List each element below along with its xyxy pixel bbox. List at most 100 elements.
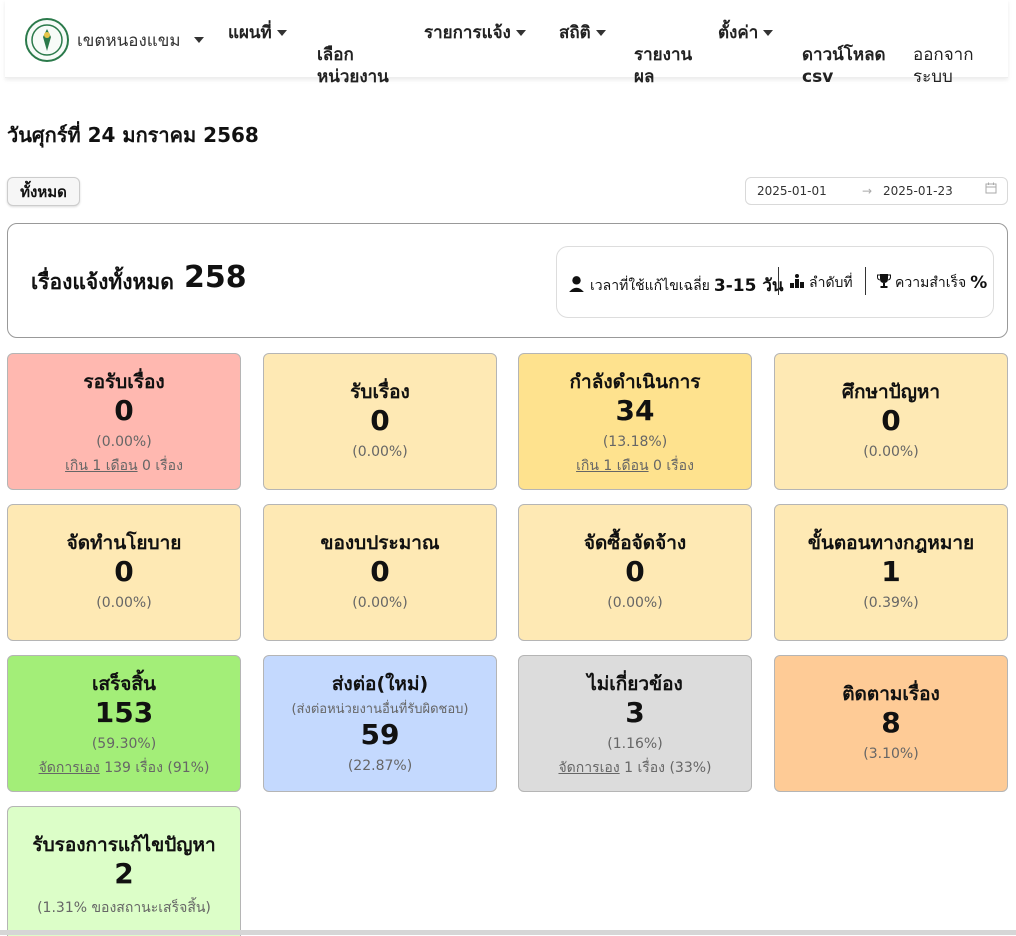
card-percent: (3.10%): [863, 746, 919, 762]
nav-report-results[interactable]: รายงาน ผล: [634, 22, 692, 88]
nav-statistics[interactable]: สถิติ: [559, 22, 606, 44]
card-title: ขั้นตอนทางกฎหมาย: [807, 532, 975, 554]
card-subtitle: (ส่งต่อหน่วยงานอื่นที่รับผิดชอบ): [291, 702, 469, 717]
card-title: จัดซื้อจัดจ้าง: [583, 532, 687, 554]
nav-map[interactable]: แผนที่: [228, 22, 287, 44]
card-percent: (1.16%): [607, 736, 663, 752]
card-percent: (0.00%): [352, 595, 408, 611]
over-month-link[interactable]: เกิน 1 เดือน: [576, 458, 649, 474]
chevron-down-icon: [595, 30, 606, 36]
nav-settings[interactable]: ตั้งค่า: [718, 22, 774, 44]
total-reports-value: 258: [184, 260, 247, 295]
chevron-down-icon: [276, 30, 287, 36]
card-value: 59: [360, 718, 400, 751]
card-percent: (0.39%): [863, 595, 919, 611]
card-value: 0: [370, 555, 390, 588]
card-value: 8: [881, 706, 901, 739]
all-filter-button[interactable]: ทั้งหมด: [7, 177, 80, 206]
top-navbar: เขตหนองแขม แผนที่ เลือก หน่วยงาน รายการแ…: [5, 0, 1008, 87]
card-title: รับรองการแก้ไขปัญหา: [32, 834, 216, 856]
card-value: 2: [114, 857, 134, 890]
nav-reports-list[interactable]: รายการแจ้ง: [424, 22, 526, 44]
card-value: 0: [114, 394, 134, 427]
chevron-down-icon: [193, 37, 204, 43]
status-card-irrelevant[interactable]: ไม่เกี่ยวข้อง 3 (1.16%) จัดการเอง 1 เรื่…: [518, 655, 752, 792]
card-value: 0: [114, 555, 134, 588]
nav-statistics-label: สถิติ: [559, 23, 591, 43]
card-title: ส่งต่อ(ใหม่): [331, 673, 429, 695]
over-month-link[interactable]: เกิน 1 เดือน: [65, 458, 138, 474]
nav-reports-list-label: รายการแจ้ง: [424, 23, 511, 43]
card-percent: (13.18%): [602, 434, 668, 450]
card-percent: (0.00%): [607, 595, 663, 611]
district-selector[interactable]: เขตหนองแขม: [25, 18, 204, 62]
card-value: 153: [94, 696, 154, 729]
total-reports-label: เรื่องแจ้งทั้งหมด: [31, 270, 174, 294]
card-value: 0: [881, 404, 901, 437]
card-value: 3: [625, 696, 645, 729]
bangkok-logo-icon: [25, 18, 69, 62]
stats-pill: เวลาที่ใช้แก้ไขเฉลี่ย 3-15 วัน ลำดับที่ …: [556, 246, 994, 318]
card-value: 0: [370, 404, 390, 437]
success-value: %: [970, 273, 988, 293]
status-card-policy[interactable]: จัดทำนโยบาย 0 (0.00%): [7, 504, 241, 641]
nav-logout[interactable]: ออกจาก ระบบ: [913, 22, 974, 88]
status-card-in-progress[interactable]: กำลังดำเนินการ 34 (13.18%) เกิน 1 เดือน …: [518, 353, 752, 490]
avg-time-value: 3-15 วัน: [713, 276, 784, 296]
status-card-completed[interactable]: เสร็จสิ้น 153 (59.30%) จัดการเอง 139 เรื…: [7, 655, 241, 792]
status-card-forwarded[interactable]: ส่งต่อ(ใหม่) (ส่งต่อหน่วยงานอื่นที่รับผิ…: [263, 655, 497, 792]
card-title: ศึกษาปัญหา: [841, 381, 941, 403]
nav-logout-label: ออกจาก ระบบ: [913, 45, 974, 87]
card-percent: (22.87%): [347, 758, 413, 774]
card-extra: 1 เรื่อง (33%): [619, 760, 712, 776]
card-title: เสร็จสิ้น: [91, 673, 156, 695]
date-range-picker[interactable]: 2025-01-01 → 2025-01-23: [745, 177, 1008, 205]
nav-settings-label: ตั้งค่า: [718, 23, 759, 43]
chevron-down-icon: [763, 30, 774, 36]
card-percent: (0.00%): [96, 595, 152, 611]
card-title: ไม่เกี่ยวข้อง: [587, 673, 683, 695]
self-handled-link[interactable]: จัดการเอง: [558, 760, 619, 776]
nav-download-csv-label: ดาวน์โหลด csv: [802, 45, 886, 87]
status-card-received[interactable]: รับเรื่อง 0 (0.00%): [263, 353, 497, 490]
horizontal-scrollbar[interactable]: [0, 930, 1016, 935]
end-date: 2025-01-23: [883, 184, 953, 198]
card-percent: (0.00%): [863, 444, 919, 460]
card-extra: 0 เรื่อง: [648, 458, 694, 474]
avg-time-label: เวลาที่ใช้แก้ไขเฉลี่ย: [590, 277, 710, 294]
nav-report-results-label: รายงาน ผล: [634, 45, 693, 87]
rank-label: ลำดับที่: [809, 275, 853, 291]
start-date: 2025-01-01: [757, 184, 827, 198]
card-title: ติดตามเรื่อง: [842, 683, 940, 705]
card-percent: (1.31% ของสถานะเสร็จสิ้น): [37, 900, 211, 916]
card-value: 1: [881, 555, 901, 588]
status-card-waiting[interactable]: รอรับเรื่อง 0 (0.00%) เกิน 1 เดือน 0 เรื…: [7, 353, 241, 490]
card-value: 0: [625, 555, 645, 588]
rank-stat: ลำดับที่: [789, 272, 853, 294]
nav-map-label: แผนที่: [228, 23, 272, 43]
divider: [865, 267, 866, 295]
summary-panel: เรื่องแจ้งทั้งหมด 258 เวลาที่ใช้แก้ไขเฉล…: [7, 223, 1008, 338]
nav-download-csv[interactable]: ดาวน์โหลด csv: [802, 22, 886, 88]
success-stat: ความสำเร็จ %: [877, 272, 987, 294]
trophy-icon: [877, 273, 891, 293]
card-extra: 139 เรื่อง (91%): [99, 760, 210, 776]
card-title: รอรับเรื่อง: [83, 371, 165, 393]
card-title: จัดทำนโยบาย: [66, 532, 182, 554]
nav-select-unit-label: เลือก หน่วยงาน: [317, 45, 389, 87]
success-label: ความสำเร็จ: [895, 275, 967, 291]
self-handled-link[interactable]: จัดการเอง: [39, 760, 100, 776]
status-card-certified[interactable]: รับรองการแก้ไขปัญหา 2 (1.31% ของสถานะเสร…: [7, 806, 241, 936]
chevron-down-icon: [515, 30, 526, 36]
divider: [778, 267, 779, 295]
card-title: ของบประมาณ: [320, 532, 440, 554]
card-value: 34: [615, 394, 655, 427]
arrow-right-icon: →: [862, 184, 873, 198]
nav-select-unit[interactable]: เลือก หน่วยงาน: [317, 22, 389, 88]
status-card-procurement[interactable]: จัดซื้อจัดจ้าง 0 (0.00%): [518, 504, 752, 641]
status-card-follow-up[interactable]: ติดตามเรื่อง 8 (3.10%): [774, 655, 1008, 792]
card-percent: (0.00%): [352, 444, 408, 460]
status-card-budget[interactable]: ของบประมาณ 0 (0.00%): [263, 504, 497, 641]
status-card-studying[interactable]: ศึกษาปัญหา 0 (0.00%): [774, 353, 1008, 490]
status-card-legal[interactable]: ขั้นตอนทางกฎหมาย 1 (0.39%): [774, 504, 1008, 641]
